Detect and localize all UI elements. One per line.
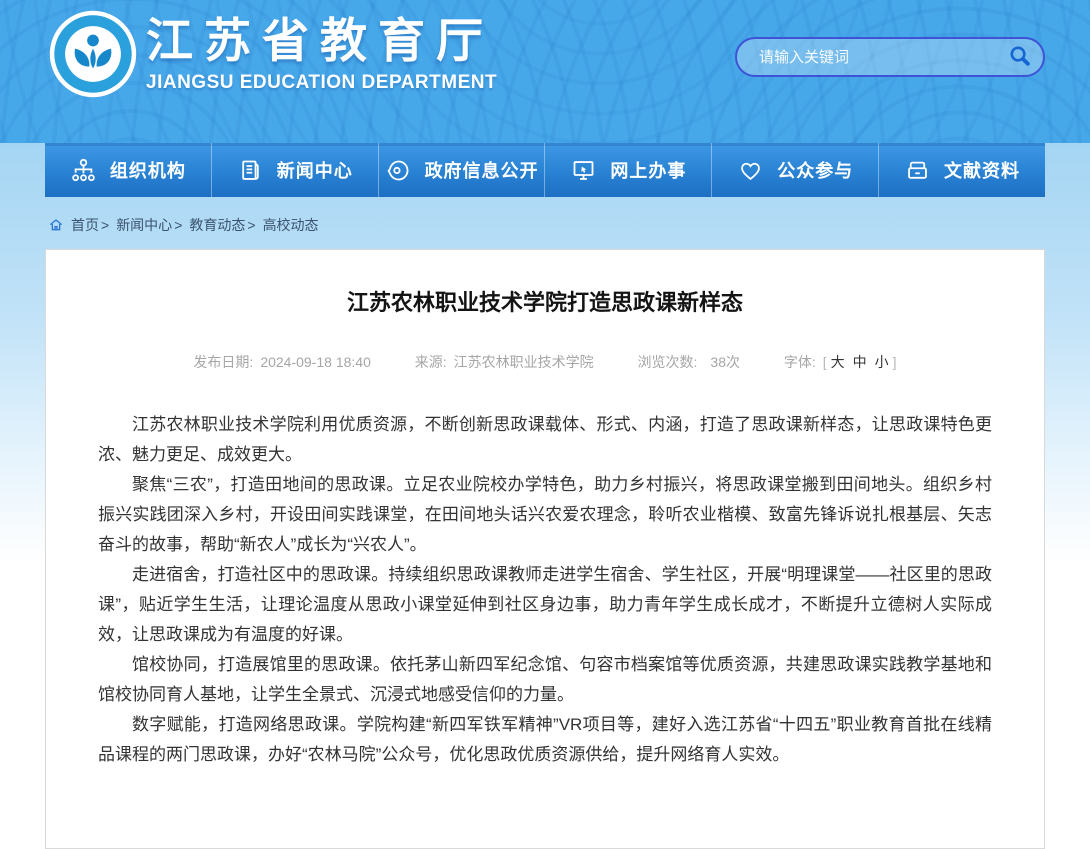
nav-item-gov-info-disclosure[interactable]: 政府信息公开 <box>379 143 546 197</box>
search-input[interactable] <box>737 49 999 66</box>
breadcrumb-separator: > <box>101 217 109 233</box>
article-meta: 发布日期: 2024-09-18 18:40 来源: 江苏农林职业技术学院 浏览次数… <box>98 352 992 372</box>
nav-item-public-participation[interactable]: 公众参与 <box>712 143 879 197</box>
nav-item-news-center[interactable]: 新闻中心 <box>212 143 379 197</box>
nav-item-online-services[interactable]: 网上办事 <box>545 143 712 197</box>
nav-item-label: 网上办事 <box>610 157 686 183</box>
heart-icon <box>737 157 764 184</box>
article-paragraph: 走进宿舍，打造社区中的思政课。持续组织思政课教师走进学生宿舍、学生社区，开展“明… <box>98 560 992 650</box>
nav-item-label: 政府信息公开 <box>425 157 539 183</box>
source-value: 江苏农林职业技术学院 <box>454 354 594 370</box>
breadcrumb: 首页 > 新闻中心 > 教育动态 > 高校动态 <box>48 197 1090 234</box>
site-header: 江苏省教育厅 JIANGSU EDUCATION DEPARTMENT <box>0 0 1090 143</box>
main-nav: 组织机构 新闻中心 政府信息公开 <box>45 143 1045 197</box>
article-paragraph: 江苏农林职业技术学院利用优质资源，不断创新思政课载体、形式、内涵，打造了思政课新… <box>98 410 992 470</box>
site-title[interactable]: 江苏省教育厅 JIANGSU EDUCATION DEPARTMENT <box>146 14 497 94</box>
breadcrumb-education-news[interactable]: 教育动态 <box>189 215 245 235</box>
nav-item-label: 公众参与 <box>777 157 853 183</box>
nav-item-label: 新闻中心 <box>277 157 353 183</box>
font-size-medium-button[interactable]: 中 <box>853 354 867 370</box>
font-size-large-button[interactable]: 大 <box>831 354 845 370</box>
article-paragraph: 数字赋能，打造网络思政课。学院构建“新四军铁军精神”VR项目等，建好入选江苏省“… <box>98 710 992 770</box>
nav-item-organization[interactable]: 组织机构 <box>45 143 212 197</box>
bracket-open: [ <box>823 354 827 370</box>
publish-date-value: 2024-09-18 18:40 <box>260 354 371 370</box>
font-size-control: 字体: [大中小] <box>784 352 897 372</box>
nav-item-label: 文献资料 <box>944 157 1020 183</box>
publish-date-label: 发布日期: <box>193 354 253 370</box>
nav-item-documents[interactable]: 文献资料 <box>879 143 1045 197</box>
bracket-close: ] <box>893 354 897 370</box>
breadcrumb-current: 高校动态 <box>263 215 319 235</box>
article-title: 江苏农林职业技术学院打造思政课新样态 <box>98 290 992 316</box>
article-source: 来源: 江苏农林职业技术学院 <box>415 352 594 372</box>
home-icon <box>48 217 64 233</box>
article-paragraph: 馆校协同，打造展馆里的思政课。依托茅山新四军纪念馆、句容市档案馆等优质资源，共建… <box>98 650 992 710</box>
publish-date: 发布日期: 2024-09-18 18:40 <box>193 352 370 372</box>
article-card: 江苏农林职业技术学院打造思政课新样态 发布日期: 2024-09-18 18:40… <box>45 249 1045 849</box>
view-count: 浏览次数: 38次 <box>638 352 740 372</box>
search-icon <box>1007 43 1033 72</box>
site-search <box>735 37 1045 77</box>
font-size-label: 字体: <box>784 354 816 370</box>
disclosure-bubble-icon <box>385 157 412 184</box>
archive-box-icon <box>904 157 931 184</box>
news-doc-icon <box>237 157 264 184</box>
site-logo[interactable] <box>48 9 138 99</box>
breadcrumb-news-center[interactable]: 新闻中心 <box>116 215 172 235</box>
source-label: 来源: <box>415 354 447 370</box>
view-count-value: 38次 <box>710 354 740 370</box>
view-count-label: 浏览次数: <box>638 354 698 370</box>
education-department-seal-icon <box>48 86 138 103</box>
article-body: 江苏农林职业技术学院利用优质资源，不断创新思政课载体、形式、内涵，打造了思政课新… <box>98 410 992 770</box>
org-chart-icon <box>70 157 97 184</box>
page-background: 组织机构 新闻中心 政府信息公开 <box>0 143 1090 799</box>
site-name-chinese: 江苏省教育厅 <box>146 14 497 68</box>
search-button[interactable] <box>999 39 1043 75</box>
font-size-small-button[interactable]: 小 <box>875 354 889 370</box>
breadcrumb-separator: > <box>174 217 182 233</box>
nav-item-label: 组织机构 <box>110 157 186 183</box>
breadcrumb-home[interactable]: 首页 <box>71 215 99 235</box>
article-paragraph: 聚焦“三农”，打造田地间的思政课。立足农业院校办学特色，助力乡村振兴，将思政课堂… <box>98 470 992 560</box>
monitor-cursor-icon <box>570 157 597 184</box>
breadcrumb-separator: > <box>247 217 255 233</box>
site-name-english: JIANGSU EDUCATION DEPARTMENT <box>146 72 497 94</box>
